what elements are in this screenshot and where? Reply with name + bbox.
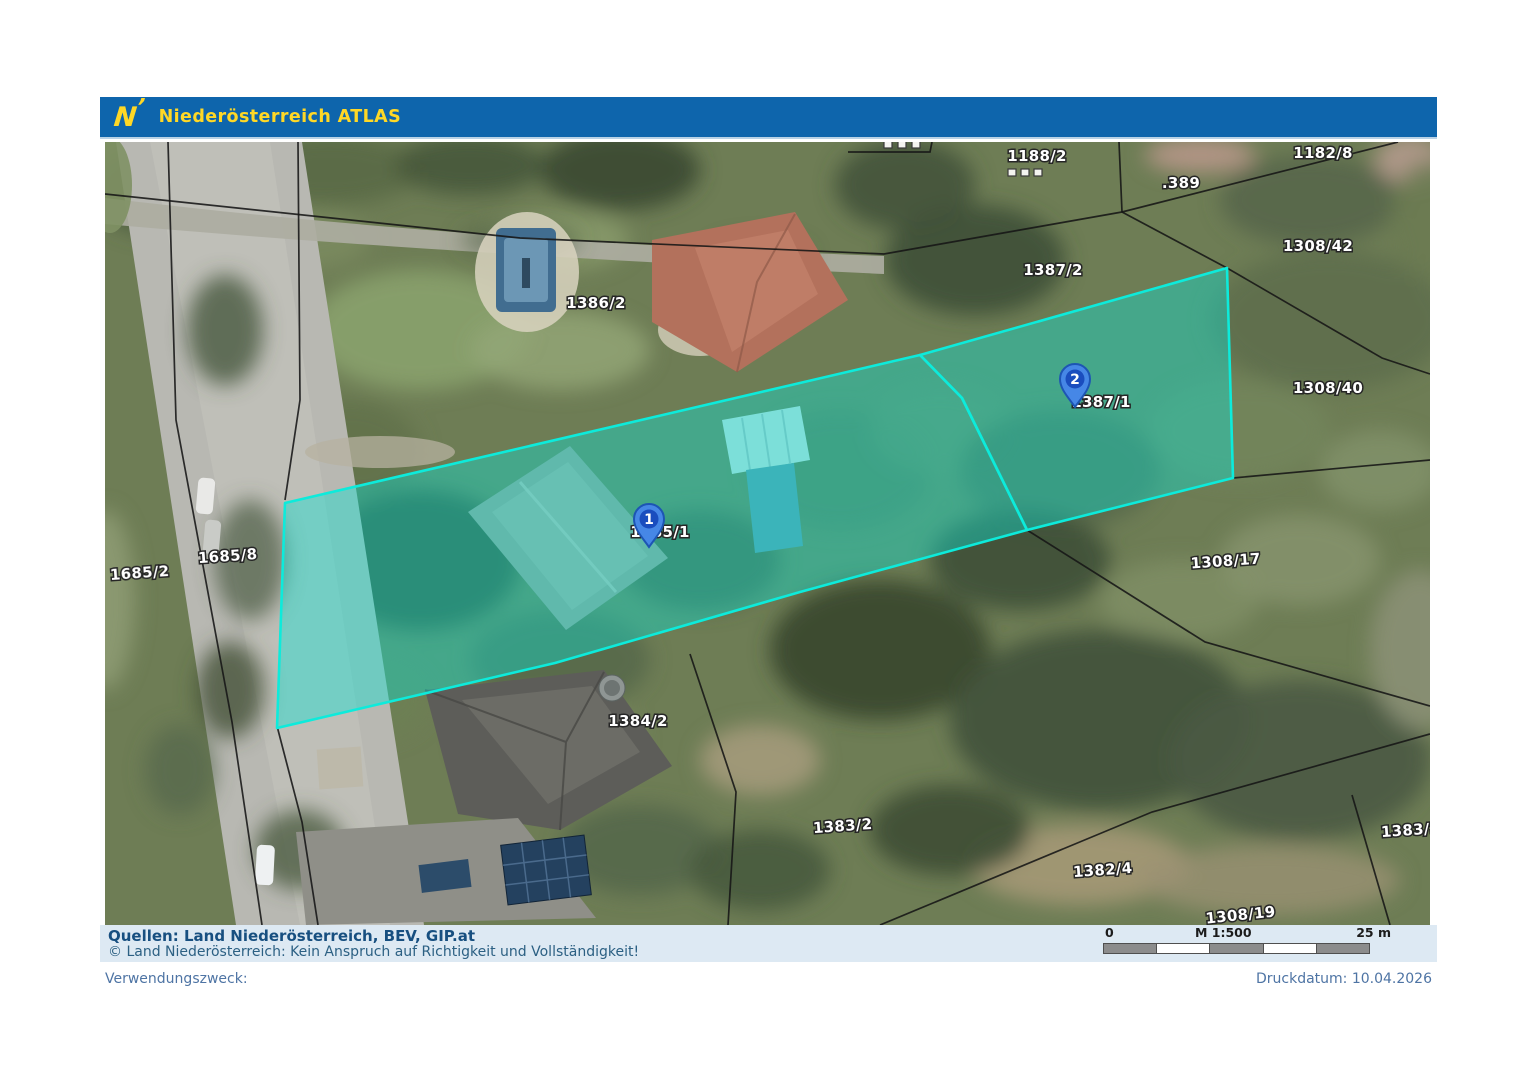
scale-track [1103, 943, 1370, 954]
sources-line: Quellen: Land Niederösterreich, BEV, GIP… [108, 927, 475, 945]
map-canvas[interactable]: 1188/2 1182/8 .389 1308/42 1387/2 1386/2 1308/… [105, 142, 1430, 925]
marker-number: 1 [644, 512, 654, 528]
scale-zero-label: 0 [1105, 925, 1114, 940]
parcel-label: .389 [1162, 174, 1200, 192]
scale-labels: 0 M 1:500 25 m [1103, 925, 1395, 939]
source-bar: Quellen: Land Niederösterreich, BEV, GIP… [100, 925, 1437, 962]
app-header: N Niederösterreich ATLAS [100, 97, 1437, 139]
parcel-label: 1182/8 [1293, 144, 1352, 162]
building-symbol [1008, 169, 1016, 176]
scale-max-label: 25 m [1356, 925, 1391, 940]
trampoline [599, 675, 625, 701]
purpose-label: Verwendungszweck: [105, 971, 248, 987]
parcel-label: 1386/2 [566, 294, 625, 312]
print-date: Druckdatum: 10.04.2026 [1256, 971, 1432, 987]
app-title: Niederösterreich ATLAS [159, 107, 402, 127]
scale-ratio-label: M 1:500 [1195, 925, 1252, 940]
parcel-label: 1308/42 [1283, 237, 1353, 255]
parcel-label: 1387/2 [1023, 261, 1082, 279]
building-symbol [884, 142, 892, 148]
solar-panels [501, 835, 592, 905]
parcel-label: 1384/2 [608, 712, 667, 730]
building-symbol [1034, 169, 1042, 176]
building-symbol [898, 142, 906, 148]
print-page: N Niederösterreich ATLAS [100, 97, 1437, 1017]
swimming-pool [475, 212, 579, 332]
parcel-label: 1188/2 [1007, 147, 1066, 165]
building-symbol [1021, 169, 1029, 176]
parcel-label: 1308/40 [1293, 379, 1363, 397]
noe-logo-icon: N [113, 104, 138, 131]
driveway [305, 436, 455, 468]
parcel-label: 1383/3 [1380, 819, 1430, 841]
building-symbol [912, 142, 920, 148]
outbuilding [317, 747, 364, 790]
marker-number: 2 [1070, 372, 1080, 388]
copyright-line: © Land Niederösterreich: Kein Anspruch a… [108, 944, 639, 960]
scale-bar: 0 M 1:500 25 m [1103, 925, 1395, 961]
